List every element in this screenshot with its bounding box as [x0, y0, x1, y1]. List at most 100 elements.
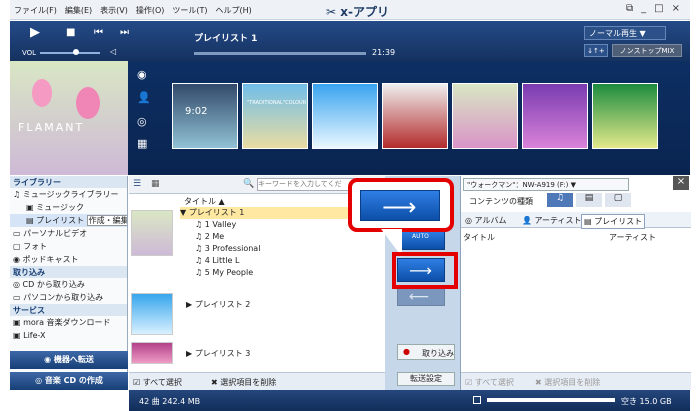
transfer-settings-button[interactable]: 転送設定	[397, 372, 455, 386]
sidebar-item-music-library[interactable]: ♫ ミュージックライブラリー	[10, 188, 127, 201]
album-thumb[interactable]: 9:02	[172, 83, 238, 149]
track-row[interactable]: ♫ 5 My People	[195, 267, 253, 279]
track-title: 5 My People	[204, 268, 254, 277]
grid-view-icon[interactable]: ▦	[137, 137, 147, 150]
title-bar: ファイル(F) 編集(E) 表示(V) 操作(O) ツール(T) ヘルプ(H) …	[10, 0, 690, 20]
close-icon[interactable]: ×	[672, 3, 680, 14]
sidebar-item-playlist[interactable]: ▤ プレイリスト 作成・編集	[10, 214, 127, 227]
close-pane-icon[interactable]: ×	[673, 176, 689, 190]
album-thumb[interactable]	[452, 83, 518, 149]
artist-view-icon[interactable]: 👤	[137, 91, 151, 104]
sidebar-item-personal-video[interactable]: ▭ パーソナルビデオ	[10, 227, 127, 240]
sidebar-item-photo[interactable]: ▢ フォト	[10, 240, 127, 253]
remove-from-device-button[interactable]: ⟵	[397, 288, 445, 306]
menu-edit[interactable]: 編集(E)	[65, 5, 92, 16]
select-all-label: すべて選択	[142, 378, 182, 387]
album-thumb[interactable]	[312, 83, 378, 149]
video-content-icon[interactable]: ▤	[576, 193, 602, 207]
track-row[interactable]: ♫ 2 Me	[195, 231, 224, 243]
playlist-cover	[131, 293, 173, 335]
now-playing-title: プレイリスト 1	[194, 34, 258, 44]
next-icon[interactable]: ⏭	[120, 27, 129, 38]
sidebar-label: ミュージックライブラリー	[22, 190, 119, 199]
create-cd-button[interactable]: ◎ 音楽 CD の作成	[10, 372, 128, 390]
playback-time: 21:39	[372, 48, 396, 57]
track-row[interactable]: ♫ 1 Valley	[195, 219, 236, 231]
device-remove-selected-button[interactable]: ✖ 選択項目を削除	[535, 377, 600, 388]
menu-file[interactable]: ファイル(F)	[14, 5, 57, 16]
list-view-icon[interactable]: ☰	[133, 179, 141, 189]
flamant-text: FLAMANT	[18, 121, 85, 134]
remove-selected-label: 選択項目を削除	[220, 378, 277, 387]
tab-artist[interactable]: 👤 アーティスト	[522, 215, 582, 226]
tab-playlist[interactable]: ▤ プレイリスト	[581, 214, 646, 229]
device-artist-column[interactable]: アーティスト	[609, 232, 656, 243]
tab-label: アーティスト	[534, 216, 582, 225]
sidebar-item-lifex[interactable]: ▣ Life-X	[10, 329, 127, 342]
sidebar-label: ポッドキャスト	[22, 255, 79, 264]
album-thumb[interactable]	[382, 83, 448, 149]
disc-view-icon[interactable]: ◎	[137, 115, 147, 128]
album-thumb[interactable]	[592, 83, 658, 149]
auto-transfer-button[interactable]: AUTO	[397, 230, 445, 250]
thumbnail-view-icon[interactable]: ▦	[151, 179, 160, 189]
sidebar-label: パーソナルビデオ	[23, 229, 88, 238]
previous-icon[interactable]: ⏮	[94, 27, 103, 38]
track-row[interactable]: ♫ 4 Little L	[195, 255, 239, 267]
nonstop-mix-button[interactable]: ノンストップMIX	[612, 44, 682, 57]
menu-tools[interactable]: ツール(T)	[172, 5, 207, 16]
sidebar-label: プレイリスト	[36, 216, 85, 225]
create-edit-badge[interactable]: 作成・編集	[86, 215, 127, 226]
remove-selected-button[interactable]: ✖ 選択項目を削除	[211, 377, 276, 388]
sidebar-item-cd-import[interactable]: ◎ CD から取り込み	[10, 278, 127, 291]
playlist-group: ▼ プレイリスト 1 ♫ 1 Valley ♫ 2 Me ♫ 3 Profess…	[129, 207, 385, 295]
import-label: 取り込み	[422, 349, 454, 358]
speaker-icon[interactable]: ◁	[110, 47, 116, 56]
progress-bar[interactable]	[194, 52, 366, 55]
album-thumb[interactable]	[522, 83, 588, 149]
playlist-name: プレイリスト 1	[188, 208, 245, 217]
playlist-toolbar: ☰ ▦ 🔍	[129, 176, 385, 194]
sidebar-item-music[interactable]: ▣ ミュージック	[10, 201, 127, 214]
play-icon[interactable]: ▶	[30, 25, 40, 40]
play-mode-select[interactable]: ノーマル再生 ▼	[584, 26, 666, 40]
sidebar-label: Life-X	[23, 331, 46, 340]
sidebar-item-mora[interactable]: ▣ mora 音楽ダウンロード	[10, 316, 127, 329]
playlist-row[interactable]: ▶ プレイリスト 2	[186, 299, 250, 311]
photo-content-icon[interactable]: ▢	[605, 193, 631, 207]
playlist-row[interactable]: ▶ プレイリスト 3	[186, 348, 250, 360]
import-button[interactable]: ● 取り込み	[397, 344, 455, 360]
menu-help[interactable]: ヘルプ(H)	[216, 5, 252, 16]
title-column-header[interactable]: タイトル ▲	[184, 196, 225, 207]
transfer-to-device-button[interactable]: ◉ 機器へ転送	[10, 351, 128, 369]
player-bar: ▶ ■ ⏮ ⏭ VOL ◁ プレイリスト 1 21:39 ノーマル再生 ▼ ↓↑…	[10, 21, 690, 61]
restore-icon[interactable]: ⧉	[626, 3, 633, 14]
device-select[interactable]: "ウォークマン"：NW-A919 (F:) ▼	[463, 178, 629, 191]
volume-slider[interactable]	[40, 52, 100, 54]
music-content-icon[interactable]: ♫	[547, 193, 573, 207]
select-all-button[interactable]: ☑ すべて選択	[133, 377, 182, 388]
maximize-icon[interactable]: □	[654, 3, 663, 14]
device-title-column[interactable]: タイトル	[463, 232, 495, 243]
device-footer: ☑ すべて選択 ✖ 選択項目を削除	[461, 372, 691, 390]
sort-button[interactable]: ↓↑+	[584, 44, 608, 57]
sidebar-item-podcast[interactable]: ◉ ポッドキャスト	[10, 253, 127, 266]
sidebar-item-pc-import[interactable]: ▭ パソコンから取り込み	[10, 291, 127, 304]
search-icon[interactable]: ◉	[137, 68, 147, 81]
auto-label: AUTO	[412, 233, 429, 240]
transfer-button-zoom[interactable]: ⟶	[360, 190, 440, 221]
device-select-all-button[interactable]: ☑ すべて選択	[465, 377, 514, 388]
menu-operation[interactable]: 操作(O)	[136, 5, 165, 16]
menu-view[interactable]: 表示(V)	[100, 5, 128, 16]
sidebar-label: パソコンから取り込み	[23, 293, 104, 302]
stop-icon[interactable]: ■	[66, 27, 75, 38]
vol-label: VOL	[22, 49, 37, 57]
track-row[interactable]: ♫ 3 Professional	[195, 243, 260, 255]
service-header: サービス	[10, 304, 127, 316]
volume-knob[interactable]	[73, 49, 79, 55]
minimize-icon[interactable]: _	[641, 3, 646, 14]
album-thumb[interactable]: "TRADITIONAL"COLOUR	[242, 83, 308, 149]
track-title: 3 Professional	[204, 244, 261, 253]
device-storage-bar	[487, 398, 615, 402]
tab-album[interactable]: ◎ アルバム	[465, 215, 506, 226]
